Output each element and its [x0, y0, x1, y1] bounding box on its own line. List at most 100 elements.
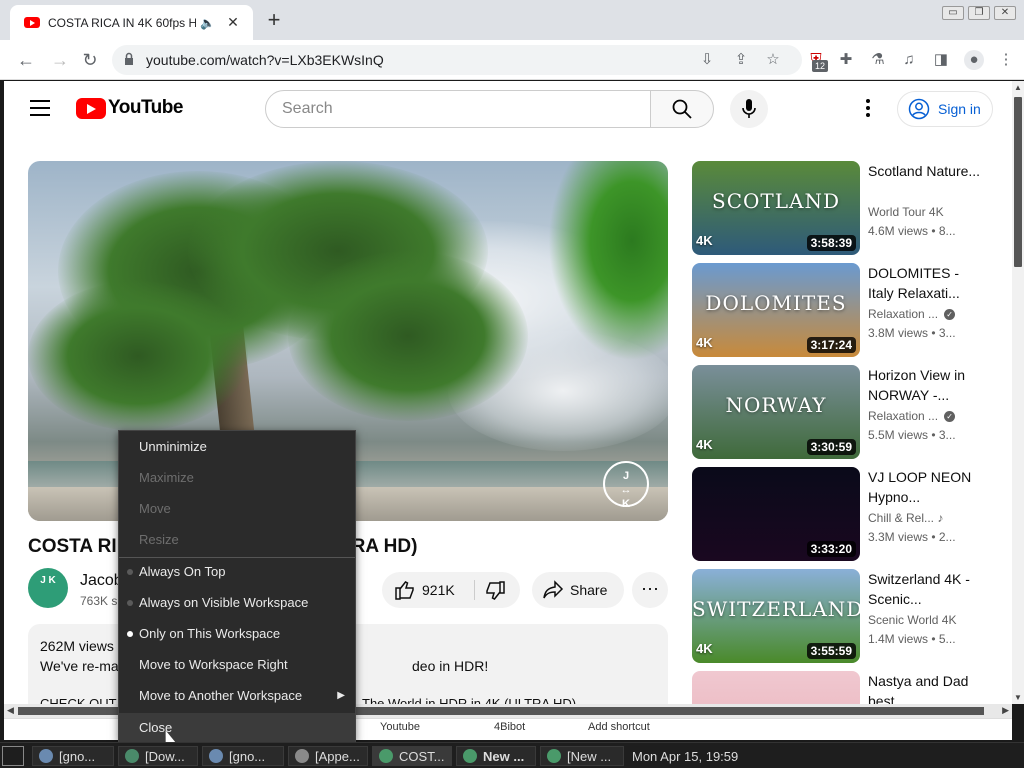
channel-name[interactable]: Jacob [80, 572, 123, 590]
peek-text: Add shortcut [588, 721, 650, 733]
like-dislike-group: 921K [382, 572, 520, 608]
share-page-icon[interactable]: ⇪ [732, 51, 750, 69]
related-video-title[interactable]: Horizon View in NORWAY -... [868, 365, 986, 405]
search-button[interactable] [650, 90, 714, 128]
app-icon [547, 749, 561, 763]
scroll-down-icon[interactable]: ▼ [1014, 693, 1022, 702]
thumbs-up-icon[interactable] [394, 579, 416, 601]
related-video-channel[interactable]: Scenic World 4K [868, 613, 956, 627]
new-tab-button[interactable]: + [264, 8, 284, 32]
taskbar-window-button[interactable]: COST... [372, 746, 452, 766]
window-menu-item[interactable]: Unminimize [119, 432, 355, 462]
related-video-title[interactable]: Switzerland 4K - Scenic... [868, 569, 986, 609]
window-menu-item[interactable]: Move to Workspace Right [119, 650, 355, 680]
related-video-meta: 3.8M views • 3... [868, 326, 956, 340]
minimize-button[interactable]: ▭ [942, 6, 964, 20]
taskbar-window-button[interactable]: [gno... [32, 746, 114, 766]
thumbs-down-icon[interactable] [484, 580, 506, 602]
extensions-puzzle-icon[interactable]: ✚ [836, 50, 856, 70]
related-video-thumbnail[interactable]: NORWAY 4K 3:30:59 [692, 365, 860, 459]
window-menu-item[interactable]: Always On Top [119, 557, 355, 587]
scroll-right-icon[interactable]: ▶ [1002, 705, 1009, 716]
related-video-title[interactable]: Scotland Nature... [868, 161, 986, 181]
youtube-logo[interactable]: YouTube [76, 97, 183, 119]
taskbar-window-button[interactable]: [Dow... [118, 746, 198, 766]
tab-close-icon[interactable]: ✕ [224, 14, 242, 31]
related-video-item[interactable]: 3:33:20 VJ LOOP NEON Hypno... Chill & Rel.… [692, 467, 992, 561]
taskbar-window-label: [New ... [567, 748, 612, 764]
taskbar-window-button[interactable]: New ... [456, 746, 536, 766]
window-menu-item[interactable]: Only on This Workspace [119, 619, 355, 649]
window-menu-item[interactable]: Close [119, 713, 355, 743]
like-count[interactable]: 921K [422, 582, 455, 598]
speaker-icon[interactable]: 🔈 [200, 16, 218, 30]
account-circle-icon [908, 98, 930, 120]
related-video-channel[interactable]: World Tour 4K [868, 205, 944, 219]
app-icon [209, 749, 223, 763]
address-bar[interactable]: youtube.com/watch?v=LXb3EKWsInQ ⇩ ⇪ ☆ [112, 45, 802, 75]
reload-button[interactable]: ↻ [78, 48, 102, 72]
window-menu-item-label: Move to Workspace Right [139, 657, 288, 672]
related-video-thumbnail[interactable] [692, 671, 860, 704]
taskbar-window-label: [gno... [59, 748, 96, 764]
voice-search-button[interactable] [730, 90, 768, 128]
window-menu-item[interactable]: Always on Visible Workspace [119, 588, 355, 618]
browser-tab[interactable]: COSTA RICA IN 4K 60fps HDR 🔈 ✕ [10, 5, 253, 40]
channel-avatar[interactable]: J K [28, 568, 68, 608]
app-icon [125, 749, 139, 763]
back-button[interactable]: ← [14, 48, 38, 72]
taskbar-window-label: [gno... [229, 748, 266, 764]
app-icon [379, 749, 393, 763]
taskbar-window-button[interactable]: [New ... [540, 746, 624, 766]
settings-kebab-icon[interactable] [866, 99, 872, 119]
video-frame-leaves [548, 161, 668, 361]
vertical-scrollbar[interactable]: ▲ ▼ [1012, 81, 1024, 704]
search-input[interactable] [266, 91, 626, 127]
taskbar-clock[interactable]: Mon Apr 15, 19:59 [632, 749, 738, 764]
related-video-title[interactable]: VJ LOOP NEON Hypno... [868, 467, 986, 507]
related-video-thumbnail[interactable]: 3:33:20 [692, 467, 860, 561]
close-window-button[interactable]: ✕ [994, 6, 1016, 20]
scroll-up-icon[interactable]: ▲ [1014, 83, 1022, 92]
related-video-channel[interactable]: Relaxation ... ✓ [868, 307, 956, 321]
media-control-icon[interactable]: ♫ [899, 50, 919, 70]
hamburger-menu-icon[interactable] [30, 100, 50, 116]
share-button[interactable]: Share [532, 572, 624, 608]
more-actions-button[interactable]: ⋯ [632, 572, 668, 608]
video-title: COSTA RI TRA HD) [28, 536, 417, 558]
sign-in-button[interactable]: Sign in [897, 91, 993, 127]
youtube-logo-text: YouTube [108, 97, 183, 118]
view-count: 262M views [40, 638, 114, 654]
forward-button[interactable]: → [48, 48, 72, 72]
related-video-meta: 1.4M views • 5... [868, 632, 956, 646]
bookmark-star-icon[interactable]: ☆ [764, 51, 782, 69]
youtube-favicon-icon [24, 17, 40, 28]
window-menu-item: Maximize [119, 463, 355, 493]
scroll-left-icon[interactable]: ◀ [7, 705, 14, 716]
side-panel-icon[interactable]: ◨ [931, 50, 951, 70]
restore-button[interactable]: ❐ [968, 6, 990, 20]
chrome-menu-icon[interactable]: ⋮ [996, 50, 1016, 70]
window-menu-item[interactable]: Move to Another Workspace ▶ [119, 681, 355, 711]
related-video-item[interactable]: SWITZERLAND 4K 3:55:59 Switzerland 4K - Sce… [692, 569, 992, 663]
related-video-item[interactable]: Nastya and Dad best... [692, 671, 992, 704]
taskbar-window-button[interactable]: [Appe... [288, 746, 368, 766]
related-video-thumbnail[interactable]: SCOTLAND 4K 3:58:39 [692, 161, 860, 255]
related-video-title[interactable]: DOLOMITES - Italy Relaxati... [868, 263, 986, 303]
related-video-title[interactable]: Nastya and Dad best... [868, 671, 986, 704]
description-line-end: deo in HDR! [412, 658, 489, 674]
related-video-thumbnail[interactable]: DOLOMITES 4K 3:17:24 [692, 263, 860, 357]
vertical-scroll-thumb[interactable] [1014, 97, 1022, 267]
related-video-thumbnail[interactable]: SWITZERLAND 4K 3:55:59 [692, 569, 860, 663]
channel-watermark-icon: J ↔ K [603, 461, 649, 510]
related-video-item[interactable]: DOLOMITES 4K 3:17:24 DOLOMITES - Italy Rela… [692, 263, 992, 357]
labs-flask-icon[interactable]: ⚗ [868, 50, 888, 70]
profile-avatar-icon[interactable]: ● [964, 50, 984, 70]
related-video-item[interactable]: NORWAY 4K 3:30:59 Horizon View in NORWAY -.… [692, 365, 992, 459]
workspace-switcher-icon[interactable] [2, 746, 24, 766]
install-icon[interactable]: ⇩ [698, 51, 716, 69]
related-video-channel[interactable]: Relaxation ... ✓ [868, 409, 956, 423]
related-video-channel[interactable]: Chill & Rel... ♪ [868, 511, 943, 525]
taskbar-window-button[interactable]: [gno... [202, 746, 284, 766]
related-video-item[interactable]: SCOTLAND 4K 3:58:39 Scotland Nature... World… [692, 161, 992, 255]
